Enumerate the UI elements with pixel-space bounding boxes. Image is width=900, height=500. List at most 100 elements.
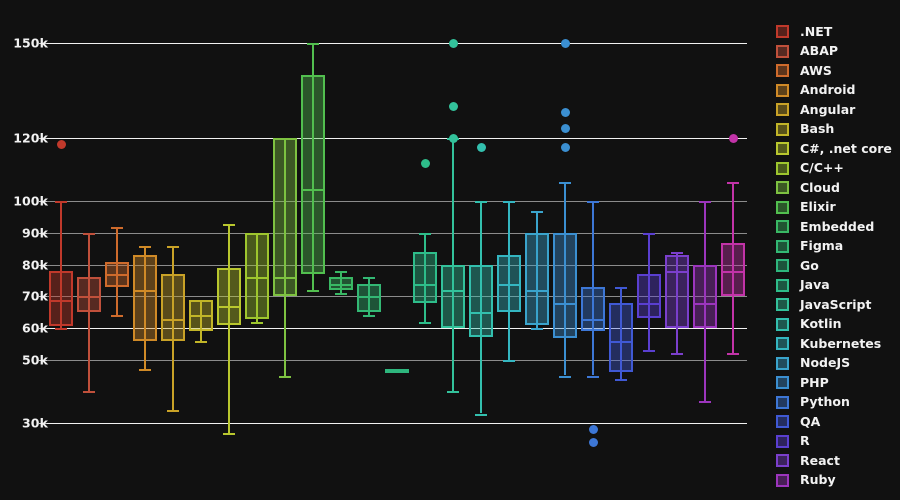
legend-item-label: Bash xyxy=(800,121,835,136)
box-iqr-rect[interactable] xyxy=(553,233,577,338)
box-iqr-rect[interactable] xyxy=(301,74,325,275)
box-iqr-rect[interactable] xyxy=(441,264,465,328)
box-iqr-rect[interactable] xyxy=(133,255,157,341)
box-iqr-rect[interactable] xyxy=(721,242,745,297)
legend-item[interactable]: Embedded xyxy=(770,217,900,237)
box-plot-series[interactable] xyxy=(693,0,717,500)
outlier-point[interactable] xyxy=(588,437,598,447)
outlier-point[interactable] xyxy=(476,143,486,152)
legend-item[interactable]: Android xyxy=(770,81,900,101)
outlier-point[interactable] xyxy=(560,143,570,152)
box-plot-series[interactable] xyxy=(189,0,213,500)
legend-item[interactable]: AWS xyxy=(770,61,900,81)
median-line xyxy=(497,283,521,286)
whisker-cap-upper xyxy=(363,277,375,280)
outlier-point[interactable] xyxy=(420,158,430,168)
box-iqr-rect[interactable] xyxy=(693,264,717,328)
outlier-point[interactable] xyxy=(56,139,66,149)
y-axis-tick-label: 100k xyxy=(13,193,48,209)
legend-item[interactable]: JavaScript xyxy=(770,295,900,315)
box-plot-series[interactable] xyxy=(133,0,157,500)
box-plot-series[interactable] xyxy=(609,0,633,500)
box-plot-series[interactable] xyxy=(441,0,465,500)
box-plot-series[interactable] xyxy=(469,0,493,500)
legend-item-label: Angular xyxy=(800,101,856,117)
box-plot-series[interactable] xyxy=(637,0,661,500)
legend-item[interactable]: Bash xyxy=(770,120,900,140)
box-plot-series[interactable] xyxy=(273,0,297,500)
box-plot-series[interactable] xyxy=(49,0,73,500)
legend-item[interactable]: ABAP xyxy=(770,42,900,62)
legend-item[interactable]: Kubernetes xyxy=(770,334,900,354)
box-plot-series[interactable] xyxy=(105,0,129,500)
legend-item[interactable]: Elixir xyxy=(770,198,900,218)
whisker-cap-lower xyxy=(643,350,655,353)
whisker-line xyxy=(228,223,230,433)
legend-item-label: NodeJS xyxy=(800,355,851,370)
legend-item[interactable]: NodeJS xyxy=(770,354,900,374)
box-plot-series[interactable] xyxy=(413,0,437,500)
legend-item[interactable]: Cloud xyxy=(770,178,900,198)
whisker-cap-lower xyxy=(167,410,179,413)
whisker-cap-upper xyxy=(83,233,95,235)
box-iqr-rect[interactable] xyxy=(665,255,689,328)
legend-item[interactable]: C/C++ xyxy=(770,159,900,179)
box-plot-series[interactable] xyxy=(721,0,745,500)
outlier-point[interactable] xyxy=(448,101,458,111)
box-iqr-rect[interactable] xyxy=(609,302,633,373)
outlier-point[interactable] xyxy=(728,133,738,143)
legend-item-label: Cloud xyxy=(800,179,840,195)
box-plot-series[interactable] xyxy=(301,0,325,500)
legend-item[interactable]: .NET xyxy=(770,22,900,42)
legend-item[interactable]: Java xyxy=(770,276,900,296)
legend-item[interactable]: Figma xyxy=(770,237,900,257)
outlier-point[interactable] xyxy=(560,124,570,133)
box-iqr-rect[interactable] xyxy=(245,233,269,319)
box-iqr-rect[interactable] xyxy=(413,252,437,303)
box-iqr-rect[interactable] xyxy=(469,264,493,338)
outlier-point[interactable] xyxy=(560,108,570,118)
box-iqr-rect[interactable] xyxy=(637,274,661,319)
legend-item[interactable]: QA xyxy=(770,412,900,432)
box-iqr-rect[interactable] xyxy=(77,277,101,313)
box-plot-series[interactable] xyxy=(665,0,689,500)
outlier-point[interactable] xyxy=(448,133,458,143)
legend-item[interactable]: C#, .net core xyxy=(770,139,900,159)
box-plot-series[interactable] xyxy=(497,0,521,500)
box-iqr-rect[interactable] xyxy=(161,274,185,341)
legend-item[interactable]: Python xyxy=(770,393,900,413)
legend-item[interactable]: Ruby xyxy=(770,471,900,491)
legend-item[interactable]: PHP xyxy=(770,373,900,393)
legend-color-swatch xyxy=(776,454,789,468)
box-plot-series[interactable] xyxy=(385,0,409,500)
whisker-cap-upper xyxy=(587,201,599,204)
outlier-point[interactable] xyxy=(448,38,458,48)
box-plot-series[interactable] xyxy=(329,0,353,500)
whisker-cap-upper xyxy=(699,201,711,204)
whisker-cap-lower xyxy=(223,432,235,435)
box-iqr-rect[interactable] xyxy=(273,138,297,297)
legend-item[interactable]: Kotlin xyxy=(770,315,900,335)
box-plot-series[interactable] xyxy=(525,0,549,500)
box-plot-series[interactable] xyxy=(217,0,241,500)
box-plot-series[interactable] xyxy=(581,0,605,500)
median-line xyxy=(329,283,353,286)
box-plot-series[interactable] xyxy=(161,0,185,500)
legend-color-swatch xyxy=(776,395,789,409)
box-plot-series[interactable] xyxy=(77,0,101,500)
whisker-cap-lower xyxy=(699,400,711,403)
legend-item[interactable]: React xyxy=(770,451,900,471)
legend-item[interactable]: R xyxy=(770,432,900,452)
legend-item[interactable]: Go xyxy=(770,256,900,276)
legend-item[interactable]: Angular xyxy=(770,100,900,120)
legend-color-swatch xyxy=(776,142,789,156)
outlier-point[interactable] xyxy=(588,424,598,434)
box-iqr-rect[interactable] xyxy=(581,286,605,332)
box-plot-series[interactable] xyxy=(553,0,577,500)
box-iqr-rect[interactable] xyxy=(217,267,241,325)
box-plot-series[interactable] xyxy=(357,0,381,500)
box-plot-series[interactable] xyxy=(245,0,269,500)
whisker-cap-upper xyxy=(307,43,319,45)
outlier-point[interactable] xyxy=(560,38,570,48)
box-iqr-rect[interactable] xyxy=(525,233,549,325)
